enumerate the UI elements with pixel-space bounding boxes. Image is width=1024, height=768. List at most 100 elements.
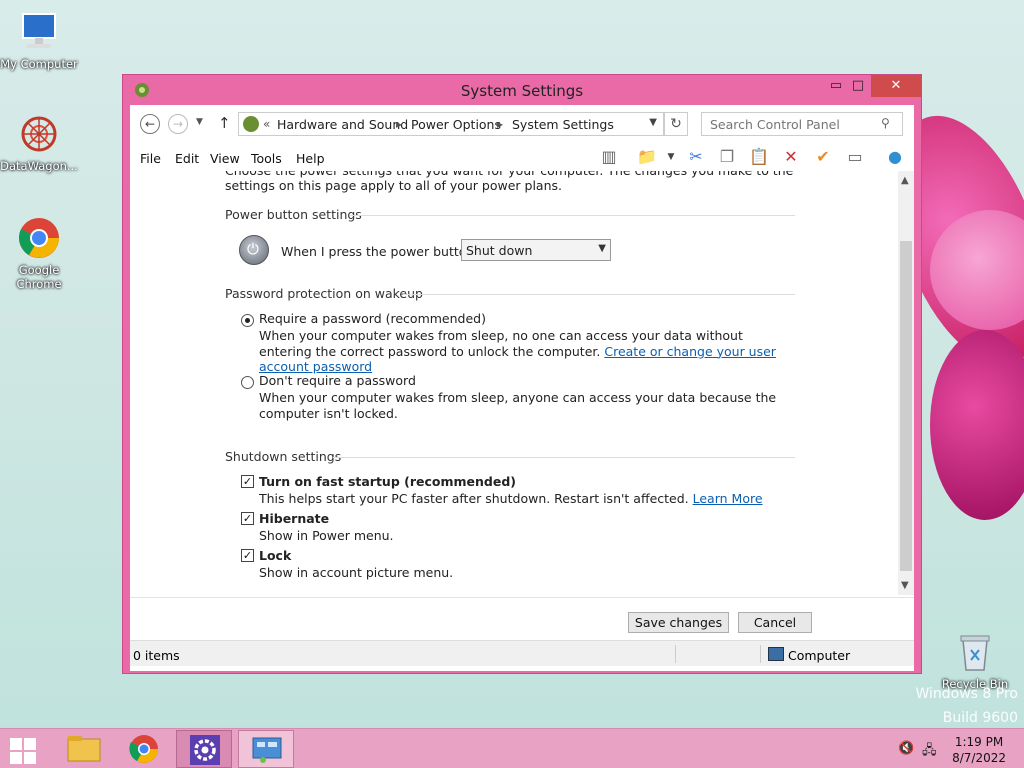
search-icon[interactable]: ⚲ <box>881 116 890 130</box>
settings-content: Choose the power settings that you want … <box>130 171 914 671</box>
scrollbar-thumb[interactable] <box>900 241 912 571</box>
vertical-scrollbar[interactable]: ▲ ▼ <box>898 171 914 595</box>
save-changes-button[interactable]: Save changes <box>628 612 729 633</box>
taskbar-chrome[interactable] <box>116 730 172 768</box>
chrome-icon <box>129 735 158 763</box>
desktop-icon-label: My Computer <box>0 57 78 71</box>
fast-startup-description: This helps start your PC faster after sh… <box>259 491 789 507</box>
no-password-radio[interactable] <box>241 376 254 389</box>
desktop-icon-datawagon[interactable]: DataWagon... <box>0 112 78 173</box>
menu-edit[interactable]: Edit <box>175 151 199 166</box>
desktop-icon-google-chrome[interactable]: Google Chrome <box>0 216 78 291</box>
network-icon[interactable]: 🖧 <box>922 741 937 763</box>
status-divider <box>760 645 761 663</box>
computer-icon <box>17 10 61 54</box>
power-button-action-select[interactable]: Shut down ▼ <box>461 239 611 261</box>
taskbar-file-explorer[interactable] <box>56 730 112 768</box>
chrome-icon <box>17 216 61 260</box>
menu-tools[interactable]: Tools <box>251 151 282 166</box>
no-password-label[interactable]: Don't require a password <box>259 373 416 388</box>
power-icon <box>239 235 269 265</box>
checkmark-icon[interactable]: ✔ <box>812 146 834 168</box>
menu-help[interactable]: Help <box>296 151 325 166</box>
computer-icon <box>768 647 784 661</box>
close-button[interactable]: ✕ <box>871 75 921 97</box>
taskbar-control-panel[interactable] <box>238 730 294 768</box>
clock-date: 8/7/2022 <box>952 751 1006 765</box>
chevron-down-icon: ▼ <box>598 243 606 254</box>
fast-startup-checkbox[interactable]: ✓ <box>241 475 254 488</box>
lock-checkbox[interactable]: ✓ <box>241 549 254 562</box>
footer-divider <box>130 597 914 598</box>
learn-more-link[interactable]: Learn More <box>693 491 763 506</box>
fast-startup-label[interactable]: Turn on fast startup (recommended) <box>259 474 516 489</box>
datawagon-icon <box>17 112 61 156</box>
control-panel-icon <box>243 116 259 132</box>
address-bar[interactable]: « Hardware and Sound ▸ Power Options ▸ S… <box>238 112 664 136</box>
os-build-watermark: Build 9600 <box>942 710 1018 726</box>
status-divider <box>675 645 676 663</box>
breadcrumb-system-settings[interactable]: System Settings <box>512 117 614 132</box>
preview-pane-icon[interactable]: ▥ <box>598 146 620 168</box>
back-button[interactable]: ← <box>140 114 160 134</box>
taskbar-settings[interactable] <box>176 730 232 768</box>
menu-bar: File Edit View Tools Help ▥ 📁 ▼ ✂ ❐ 📋 ✕ … <box>130 141 914 171</box>
hibernate-label[interactable]: Hibernate <box>259 511 329 526</box>
lock-description: Show in account picture menu. <box>259 565 454 580</box>
system-clock[interactable]: 1:19 PM 8/7/2022 <box>952 734 1006 766</box>
desktop-icon-label: Google Chrome <box>16 263 62 291</box>
delete-icon[interactable]: ✕ <box>780 146 802 168</box>
os-watermark: Windows 8 Pro <box>915 686 1018 702</box>
status-bar: 0 items Computer <box>130 640 914 666</box>
up-button[interactable]: ↑ <box>218 114 231 132</box>
power-button-label: When I press the power button: <box>281 244 479 259</box>
start-button[interactable] <box>6 735 36 764</box>
recent-locations-dropdown[interactable]: ▼ <box>196 117 203 127</box>
folder-icon <box>67 736 101 762</box>
hibernate-checkbox[interactable]: ✓ <box>241 512 254 525</box>
cut-icon[interactable]: ✂ <box>685 146 707 168</box>
forward-button[interactable]: → <box>168 114 188 134</box>
search-input[interactable] <box>701 112 903 136</box>
breadcrumb-overflow-icon[interactable]: « <box>263 117 270 131</box>
require-password-radio[interactable] <box>241 314 254 327</box>
hibernate-description: Show in Power menu. <box>259 528 394 543</box>
folder-checklist-icon[interactable]: 📁 <box>636 146 658 168</box>
breadcrumb-separator-icon[interactable]: ▸ <box>497 117 503 131</box>
scroll-up-icon[interactable]: ▲ <box>901 175 909 186</box>
windows-logo-icon <box>10 738 22 750</box>
section-divider <box>403 294 795 295</box>
desktop-icon-recycle-bin[interactable]: Recycle Bin <box>936 630 1014 691</box>
power-button-action-value: Shut down <box>466 243 533 258</box>
breadcrumb-power-options[interactable]: Power Options <box>411 117 501 132</box>
menu-file[interactable]: File <box>140 151 161 166</box>
scroll-down-icon[interactable]: ▼ <box>901 580 909 591</box>
window-client-area: ← → ▼ ↑ « Hardware and Sound ▸ Power Opt… <box>130 105 914 671</box>
navigation-bar: ← → ▼ ↑ « Hardware and Sound ▸ Power Opt… <box>130 105 914 141</box>
properties-icon[interactable]: ▭ <box>844 146 866 168</box>
control-panel-icon <box>252 737 282 763</box>
maximize-button[interactable]: □ <box>845 75 871 97</box>
title-bar[interactable]: System Settings ▭ □ ✕ <box>123 75 921 105</box>
copy-icon[interactable]: ❐ <box>716 146 738 168</box>
chevron-down-icon[interactable]: ▼ <box>660 146 682 168</box>
taskbar: 🔇 🖧 1:19 PM 8/7/2022 <box>0 728 1024 768</box>
desktop-icon-my-computer[interactable]: My Computer <box>0 10 78 71</box>
breadcrumb-hardware-and-sound[interactable]: Hardware and Sound <box>277 117 408 132</box>
section-divider <box>333 457 795 458</box>
breadcrumb-separator-icon[interactable]: ▸ <box>396 117 402 131</box>
globe-icon[interactable]: ● <box>884 146 906 168</box>
window-title: System Settings <box>460 82 584 100</box>
chevron-down-icon[interactable]: ▼ <box>649 117 657 128</box>
require-password-label[interactable]: Require a password (recommended) <box>259 311 486 326</box>
clock-time: 1:19 PM <box>954 735 1004 749</box>
menu-view[interactable]: View <box>210 151 240 166</box>
volume-muted-icon[interactable]: 🔇 <box>898 741 914 756</box>
paste-icon[interactable]: 📋 <box>748 146 770 168</box>
require-password-description: When your computer wakes from sleep, no … <box>259 328 789 375</box>
gear-icon <box>190 735 220 765</box>
refresh-button[interactable]: ↻ <box>664 112 688 136</box>
status-location: Computer <box>788 648 851 663</box>
lock-label[interactable]: Lock <box>259 548 291 563</box>
cancel-button[interactable]: Cancel <box>738 612 812 633</box>
